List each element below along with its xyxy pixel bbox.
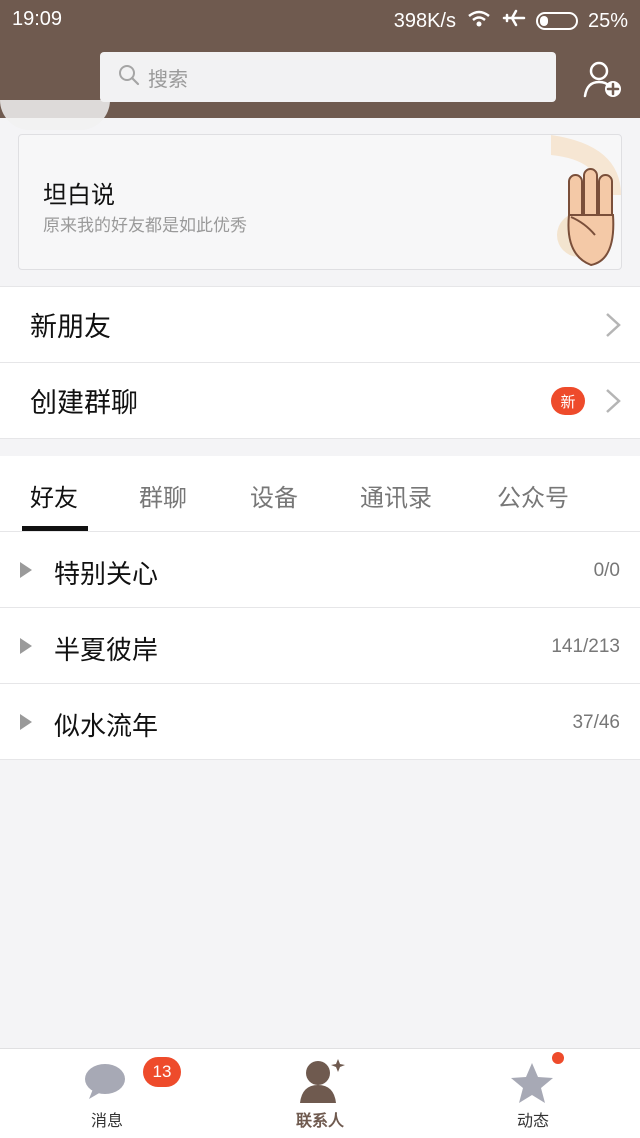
add-contact-button[interactable] xyxy=(582,58,624,100)
banner-title: 坦白说 xyxy=(43,181,115,209)
status-time: 19:09 xyxy=(12,8,63,30)
airplane-icon xyxy=(502,8,526,34)
nav-dynamics[interactable]: 动态 xyxy=(453,1049,613,1138)
new-friends-label: 新朋友 xyxy=(30,312,111,343)
nav-contacts-label: 联系人 xyxy=(295,1111,344,1130)
unread-badge: 13 xyxy=(143,1057,181,1087)
battery-icon xyxy=(535,12,578,30)
tab-friends[interactable]: 好友 xyxy=(30,478,78,513)
group-name: 半夏彼岸 xyxy=(54,636,159,666)
tab-address-book[interactable]: 通讯录 xyxy=(360,478,432,513)
search-placeholder: 搜索 xyxy=(148,66,188,91)
nav-messages[interactable]: 13 消息 xyxy=(27,1049,187,1138)
confession-banner[interactable]: 坦白说 原来我的好友都是如此优秀 xyxy=(18,134,622,270)
nav-messages-label: 消息 xyxy=(90,1111,123,1130)
create-group-label: 创建群聊 xyxy=(30,388,138,419)
bottom-nav: 13 消息 联系人 动态 xyxy=(0,1048,640,1138)
add-contact-icon xyxy=(583,61,621,98)
contact-tabs: 好友 群聊 设备 通讯录 公众号 xyxy=(0,456,640,532)
tab-groups[interactable]: 群聊 xyxy=(139,478,187,513)
list-item[interactable]: 似水流年 37/46 xyxy=(0,684,640,760)
banner-subtitle: 原来我的好友都是如此优秀 xyxy=(43,216,247,236)
chat-bubble-icon xyxy=(85,1064,125,1099)
menu-list: 新朋友 创建群聊 新 xyxy=(0,286,640,439)
active-tab-indicator xyxy=(22,526,88,531)
wifi-icon xyxy=(466,8,492,34)
chevron-right-icon xyxy=(606,312,621,337)
group-name: 似水流年 xyxy=(54,712,159,742)
expand-triangle-icon xyxy=(20,714,32,730)
create-group-row[interactable]: 创建群聊 新 xyxy=(0,363,640,439)
group-count: 37/46 xyxy=(572,712,620,733)
new-badge: 新 xyxy=(551,387,585,415)
list-item[interactable]: 特别关心 0/0 xyxy=(0,532,640,608)
tab-official-accounts[interactable]: 公众号 xyxy=(497,478,569,513)
group-count: 141/213 xyxy=(551,636,620,657)
status-right: 398K/s 25% xyxy=(394,8,628,34)
nav-dynamics-label: 动态 xyxy=(516,1111,549,1130)
battery-level: 25% xyxy=(587,9,628,32)
expand-triangle-icon xyxy=(20,638,32,654)
new-friends-row[interactable]: 新朋友 xyxy=(0,287,640,363)
contacts-person-icon xyxy=(300,1059,345,1103)
friend-groups-list: 特别关心 0/0 半夏彼岸 141/213 似水流年 37/46 xyxy=(0,532,640,760)
tab-devices[interactable]: 设备 xyxy=(250,478,298,513)
search-icon xyxy=(118,64,140,91)
nav-contacts[interactable]: 联系人 xyxy=(240,1049,400,1138)
hand-gesture-icon xyxy=(551,135,621,267)
avatar[interactable] xyxy=(0,100,110,130)
network-speed: 398K/s xyxy=(393,9,456,32)
star-icon xyxy=(511,1063,553,1103)
search-input[interactable]: 搜索 xyxy=(100,52,556,102)
notification-dot xyxy=(552,1052,564,1064)
group-count: 0/0 xyxy=(593,560,620,581)
chevron-right-icon xyxy=(606,388,621,413)
list-item[interactable]: 半夏彼岸 141/213 xyxy=(0,608,640,684)
group-name: 特别关心 xyxy=(54,560,159,590)
status-bar: 19:09 398K/s 25% xyxy=(0,0,640,38)
expand-triangle-icon xyxy=(20,562,32,578)
